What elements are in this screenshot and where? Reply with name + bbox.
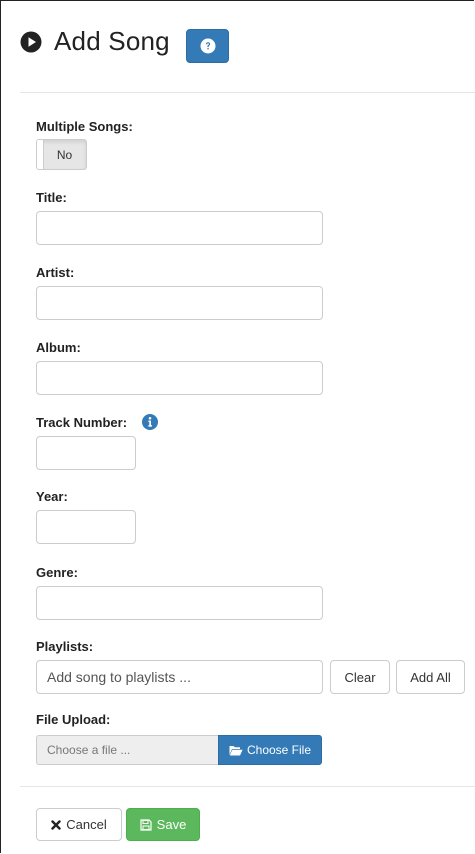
- question-circle-icon: [200, 38, 215, 54]
- choose-file-label: Choose File: [246, 743, 312, 757]
- footer-divider: [20, 786, 475, 787]
- title-input[interactable]: [36, 211, 323, 245]
- help-button[interactable]: [186, 29, 229, 63]
- floppy-disk-icon: [140, 818, 152, 831]
- header-divider: [20, 92, 475, 93]
- info-circle-icon[interactable]: [142, 414, 158, 430]
- play-circle-icon: [20, 31, 42, 52]
- times-icon: [51, 819, 61, 830]
- title-label: Title:: [36, 190, 67, 205]
- multiple-songs-toggle[interactable]: No: [36, 139, 87, 170]
- playlists-label: Playlists:: [36, 639, 94, 654]
- clear-playlists-button[interactable]: Clear: [330, 660, 390, 694]
- track-number-label: Track Number:: [36, 415, 128, 430]
- toggle-state-label: No: [56, 147, 73, 162]
- file-name-display[interactable]: Choose a file ...: [36, 735, 218, 765]
- genre-label: Genre:: [36, 565, 78, 580]
- page-title: Add Song: [54, 26, 170, 56]
- add-all-playlists-button[interactable]: Add All: [396, 660, 465, 694]
- save-label: Save: [156, 817, 187, 832]
- file-upload-group: Choose a file ... Choose File: [36, 735, 322, 765]
- album-input[interactable]: [36, 361, 323, 395]
- multiple-songs-label: Multiple Songs:: [36, 119, 133, 134]
- artist-input[interactable]: [36, 286, 323, 320]
- genre-input[interactable]: [36, 586, 323, 620]
- year-label: Year:: [36, 489, 68, 504]
- artist-label: Artist:: [36, 265, 75, 280]
- album-label: Album:: [36, 340, 81, 355]
- choose-file-button[interactable]: Choose File: [218, 735, 322, 765]
- save-button[interactable]: Save: [126, 808, 200, 841]
- cancel-label: Cancel: [66, 817, 107, 832]
- page-header: Add Song: [20, 26, 170, 57]
- cancel-button[interactable]: Cancel: [36, 808, 122, 841]
- year-input[interactable]: [36, 510, 136, 544]
- track-number-input[interactable]: [36, 436, 136, 470]
- file-upload-label: File Upload:: [36, 712, 111, 727]
- folder-open-icon: [229, 745, 243, 755]
- playlists-input[interactable]: [36, 660, 323, 694]
